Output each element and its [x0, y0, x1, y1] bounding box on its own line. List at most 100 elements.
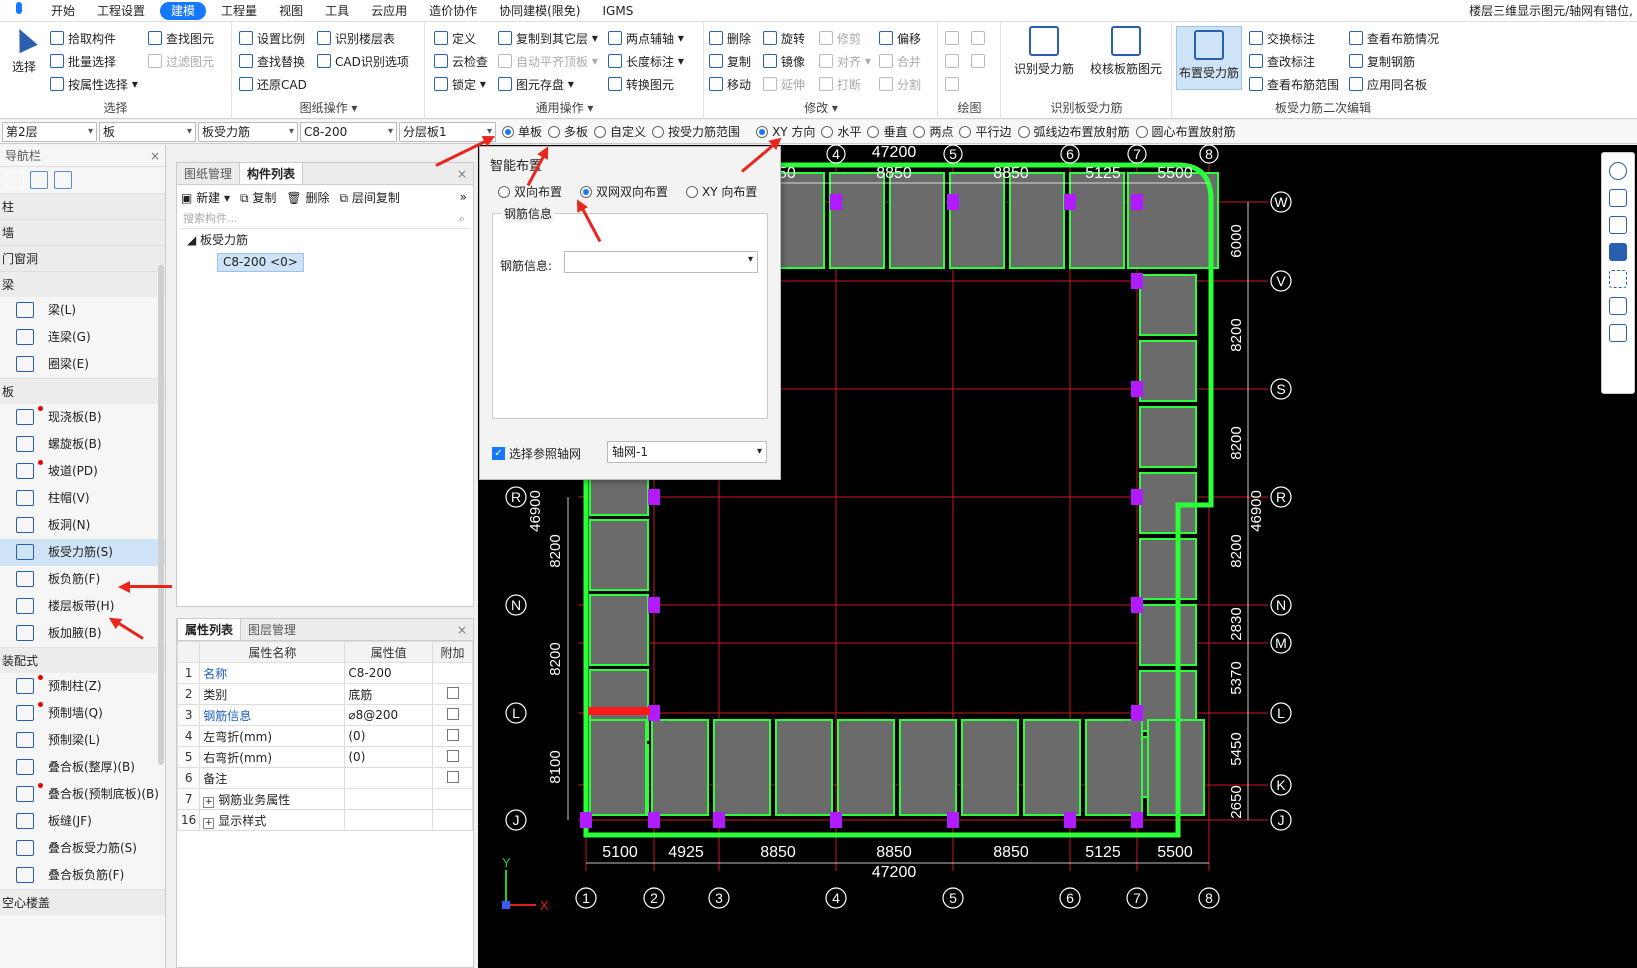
tree-item-c8-200[interactable]: C8-200 <0> — [217, 253, 304, 272]
property-row[interactable]: 6 备注 — [176, 767, 473, 789]
new-component-button[interactable]: ▣ 新建 ▾ — [181, 189, 230, 206]
plan-view-icon[interactable] — [1609, 243, 1627, 261]
close-icon[interactable]: × — [457, 619, 473, 640]
range-option-1[interactable]: 多板 — [548, 123, 588, 140]
rotate-button[interactable]: 旋转 — [763, 28, 805, 48]
floor-copy-button[interactable]: ⧉ 层间复制 — [340, 189, 400, 206]
copy-button[interactable]: 复制 — [709, 51, 751, 71]
layer-select[interactable]: 分层板1 — [399, 121, 496, 142]
split-button[interactable]: 分割 — [879, 74, 921, 94]
property-row[interactable]: 5 右弯折(mm) (0) — [176, 746, 473, 768]
ref-axis-checkbox[interactable]: ✓ 选择参照轴网 — [492, 445, 581, 462]
range-option-0[interactable]: 单板 — [502, 123, 542, 140]
close-icon[interactable]: × — [150, 145, 160, 167]
nav-item-3-2[interactable]: 圈梁(E) — [0, 351, 165, 378]
nav-item-4-7[interactable]: 楼层板带(H) — [0, 593, 165, 620]
expand-icon[interactable]: + — [203, 817, 215, 829]
menu-item-3[interactable]: 工程量 — [210, 0, 268, 22]
range-option-2[interactable]: 自定义 — [594, 123, 646, 140]
property-value[interactable] — [344, 809, 433, 831]
direction-option-4[interactable]: 平行边 — [959, 123, 1012, 140]
direction-option-5[interactable]: 弧线边布置放射筋 — [1017, 123, 1130, 140]
expand-icon[interactable]: + — [203, 796, 215, 808]
pin-icon[interactable] — [6, 171, 24, 189]
draw-arc-button[interactable] — [945, 74, 963, 94]
copy-rebar-button[interactable]: 复制钢筋 — [1349, 51, 1415, 71]
cube-icon[interactable] — [1609, 297, 1627, 315]
menu-item-9[interactable]: IGMS — [592, 0, 645, 22]
nav-item-5-1[interactable]: 预制墙(Q) — [0, 700, 165, 727]
menu-item-4[interactable]: 视图 — [268, 0, 314, 22]
nav-scrollbar[interactable] — [158, 265, 164, 765]
pick-component-button[interactable]: 拾取构件 — [50, 28, 116, 48]
nav-item-3-1[interactable]: 连梁(G) — [0, 324, 165, 351]
nav-category-6[interactable]: 空心楼盖 — [0, 889, 165, 915]
length-mark-button[interactable]: 长度标注 ▾ — [608, 51, 684, 71]
nav-item-5-5[interactable]: 板缝(JF) — [0, 808, 165, 835]
merge-button[interactable]: 合并 — [879, 51, 921, 71]
extra-checkbox[interactable] — [446, 728, 459, 741]
rebar-info-select[interactable] — [564, 251, 758, 273]
swap-mark-button[interactable]: 交换标注 — [1249, 28, 1315, 48]
direction-option-0[interactable]: XY 方向 — [756, 123, 815, 140]
tree-root[interactable]: ◢ 板受力筋 — [177, 229, 473, 251]
subtype-select[interactable]: 板受力筋 — [198, 121, 298, 142]
direction-option-2[interactable]: 垂直 — [867, 123, 907, 140]
two-point-axis-button[interactable]: 两点辅轴 ▾ — [608, 28, 684, 48]
copy-component-button[interactable]: ⧉ 复制 — [240, 189, 276, 206]
more-icon[interactable]: » — [460, 190, 467, 204]
identify-rebar-button[interactable]: 识别受力筋 — [1010, 26, 1078, 82]
property-value[interactable]: (0) — [344, 725, 433, 747]
component-search-input[interactable]: 搜索构件... ⌕ — [181, 209, 469, 229]
direction-option-6[interactable]: 圆心布置放射筋 — [1135, 123, 1236, 140]
range-option-3[interactable]: 按受力筋范围 — [652, 123, 740, 140]
nav-category-3[interactable]: 梁 — [0, 271, 165, 297]
copy-to-floor-button[interactable]: 复制到其它层 ▾ — [498, 28, 598, 48]
find-element-button[interactable]: 查找图元 — [148, 28, 214, 48]
menu-item-5[interactable]: 工具 — [314, 0, 360, 22]
property-row[interactable]: 3 钢筋信息 ⌀8@200 — [176, 704, 473, 726]
element-save-button[interactable]: 图元存盘 ▾ — [498, 74, 574, 94]
delete-button[interactable]: 删除 — [709, 28, 751, 48]
select-button[interactable]: 选择 — [6, 24, 42, 88]
property-row[interactable]: 2 类别 底筋 — [176, 683, 473, 705]
nav-category-1[interactable]: 墙 — [0, 219, 165, 245]
cloud-check-button[interactable]: 云检查 — [434, 51, 488, 71]
property-value[interactable]: ⌀8@200 — [344, 704, 433, 726]
extra-checkbox[interactable] — [446, 707, 459, 720]
check-mark-button[interactable]: 查改标注 — [1249, 51, 1315, 71]
nav-item-4-6[interactable]: 板负筋(F) — [0, 566, 165, 593]
extra-checkbox[interactable] — [446, 686, 459, 699]
offset-button[interactable]: 偏移 — [879, 28, 921, 48]
spec-select[interactable]: C8-200 — [300, 121, 397, 142]
view-layout-button[interactable]: 查看布筋情况 — [1349, 28, 1439, 48]
property-row[interactable]: 4 左弯折(mm) (0) — [176, 725, 473, 747]
menu-item-6[interactable]: 云应用 — [360, 0, 418, 22]
filter-element-button[interactable]: 过滤图元 — [148, 51, 214, 71]
close-icon[interactable]: × — [457, 163, 473, 184]
extend-button[interactable]: 延伸 — [763, 74, 805, 94]
nav-item-4-8[interactable]: 板加腋(B) — [0, 620, 165, 647]
property-row[interactable]: 16 + 显示样式 — [176, 809, 473, 831]
direction-option-1[interactable]: 水平 — [821, 123, 861, 140]
layout-mode-option-2[interactable]: XY 向布置 — [686, 183, 757, 200]
auto-flat-button[interactable]: 自动平齐顶板 ▾ — [498, 51, 598, 71]
extra-checkbox[interactable] — [446, 770, 459, 783]
drawing-group-title[interactable]: 图纸操作 ▾ — [233, 99, 424, 116]
floor-table-button[interactable]: 识别楼层表 — [317, 28, 395, 48]
property-row[interactable]: 1 名称 C8-200 — [176, 662, 473, 684]
place-rebar-button[interactable]: 布置受力筋 — [1176, 26, 1242, 90]
property-value[interactable]: (0) — [344, 746, 433, 768]
mirror-button[interactable]: 镜像 — [763, 51, 805, 71]
draw-line-button[interactable] — [945, 51, 963, 71]
menu-item-7[interactable]: 造价协作 — [418, 0, 488, 22]
3d-view-icon[interactable] — [1609, 189, 1627, 207]
nav-item-4-2[interactable]: 坡道(PD) — [0, 458, 165, 485]
nav-item-4-1[interactable]: 螺旋板(B) — [0, 431, 165, 458]
select-by-attr-button[interactable]: 按属性选择 ▾ — [50, 74, 138, 94]
nav-item-5-6[interactable]: 叠合板受力筋(S) — [0, 835, 165, 862]
common-group-title[interactable]: 通用操作 ▾ — [426, 99, 703, 116]
nav-category-0[interactable]: 柱 — [0, 193, 165, 219]
move-button[interactable]: 移动 — [709, 74, 751, 94]
nav-item-5-3[interactable]: 叠合板(整厚)(B) — [0, 754, 165, 781]
